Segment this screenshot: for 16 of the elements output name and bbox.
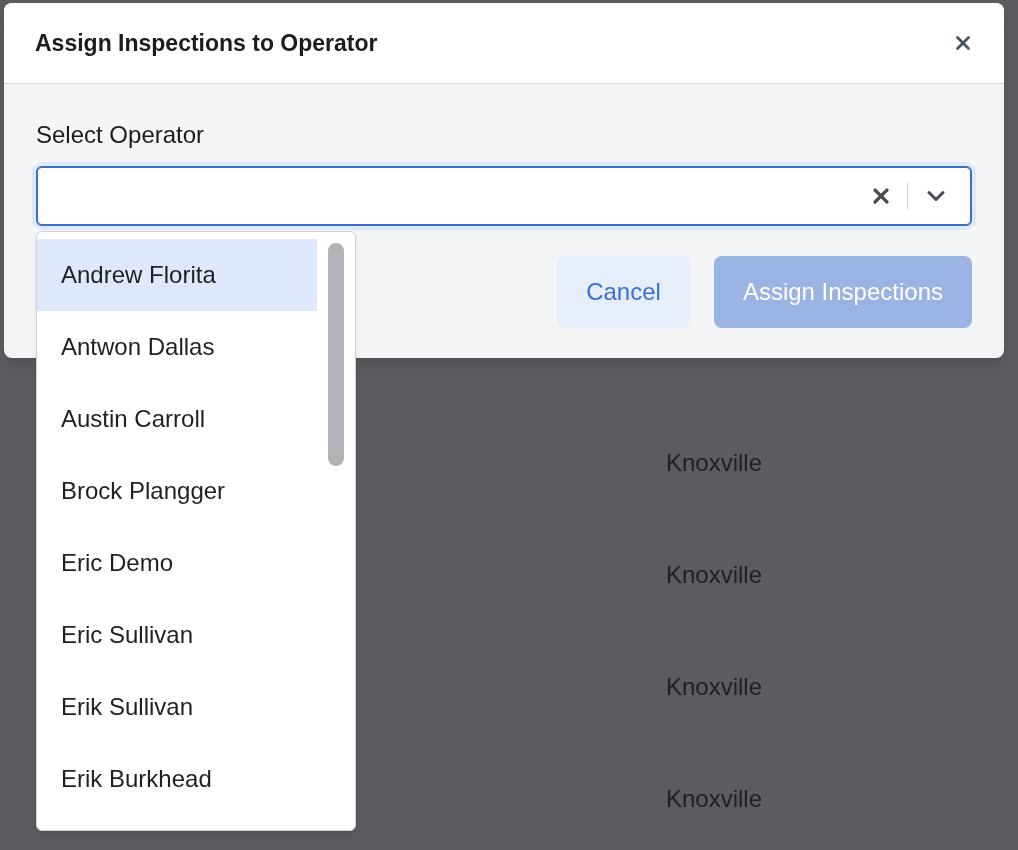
dropdown-option[interactable]: Eric Sullivan: [37, 599, 317, 671]
dropdown-option[interactable]: Austin Carroll: [37, 383, 317, 455]
dropdown-option[interactable]: Erik Burkhead: [37, 743, 317, 815]
dialog-title: Assign Inspections to Operator: [35, 28, 378, 58]
dropdown-option[interactable]: Erik Sullivan: [37, 671, 317, 743]
dropdown-option[interactable]: Eric Demo: [37, 527, 317, 599]
field-label: Select Operator: [36, 120, 206, 150]
table-cell-text: Knoxville: [666, 560, 763, 590]
dropdown-option[interactable]: Andrew Florita: [37, 239, 317, 311]
dropdown-option[interactable]: Antwon Dallas: [37, 311, 317, 383]
dropdown-option[interactable]: Brock Plangger: [37, 455, 317, 527]
table-cell-text: Knoxville: [666, 784, 763, 814]
cancel-button[interactable]: Cancel: [557, 256, 690, 328]
table-cell-text: Knoxville: [666, 672, 763, 702]
table-cell-text: Knoxville: [666, 448, 763, 478]
scrollbar-thumb[interactable]: [328, 243, 344, 466]
